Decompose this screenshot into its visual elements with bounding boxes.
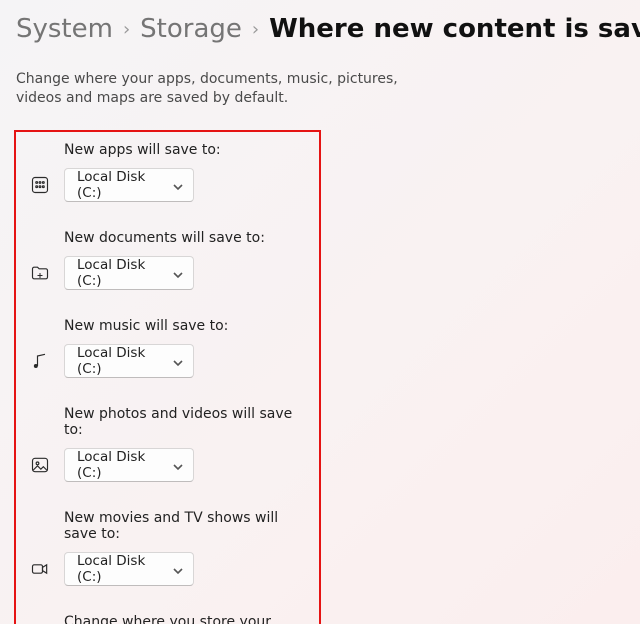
breadcrumb: System › Storage › Where new content is … [16, 14, 624, 44]
apps-icon [18, 168, 62, 202]
setting-label: New documents will save to: [64, 230, 309, 246]
dropdown-value: Local Disk (C:) [77, 257, 173, 289]
chevron-down-icon [173, 564, 183, 574]
setting-music: New music will save to: Local Disk (C:) [18, 318, 309, 378]
setting-label: Change where you store your offline maps [64, 614, 309, 624]
setting-label: New apps will save to: [64, 142, 309, 158]
picture-icon [18, 448, 62, 482]
chevron-down-icon [173, 268, 183, 278]
apps-location-dropdown[interactable]: Local Disk (C:) [64, 168, 194, 202]
chevron-down-icon [173, 460, 183, 470]
chevron-right-icon: › [252, 19, 259, 40]
music-location-dropdown[interactable]: Local Disk (C:) [64, 344, 194, 378]
breadcrumb-storage[interactable]: Storage [140, 14, 242, 44]
breadcrumb-system[interactable]: System [16, 14, 113, 44]
music-note-icon [18, 344, 62, 378]
setting-label: New movies and TV shows will save to: [64, 510, 309, 542]
dropdown-value: Local Disk (C:) [77, 169, 173, 201]
photos-location-dropdown[interactable]: Local Disk (C:) [64, 448, 194, 482]
dropdown-value: Local Disk (C:) [77, 553, 173, 585]
setting-documents: New documents will save to: Local Disk (… [18, 230, 309, 290]
page-subtitle: Change where your apps, documents, music… [16, 70, 436, 108]
page-title: Where new content is saved [269, 14, 640, 44]
chevron-right-icon: › [123, 19, 130, 40]
video-icon [18, 552, 62, 586]
documents-location-dropdown[interactable]: Local Disk (C:) [64, 256, 194, 290]
dropdown-value: Local Disk (C:) [77, 345, 173, 377]
setting-photos: New photos and videos will save to: Loca… [18, 406, 309, 482]
setting-apps: New apps will save to: Local Disk (C:) [18, 142, 309, 202]
setting-label: New photos and videos will save to: [64, 406, 309, 438]
dropdown-value: Local Disk (C:) [77, 449, 173, 481]
chevron-down-icon [173, 180, 183, 190]
movies-location-dropdown[interactable]: Local Disk (C:) [64, 552, 194, 586]
setting-label: New music will save to: [64, 318, 309, 334]
setting-maps: Change where you store your offline maps… [18, 614, 309, 624]
settings-highlight: New apps will save to: Local Disk (C:) N… [14, 130, 321, 624]
chevron-down-icon [173, 356, 183, 366]
folder-icon [18, 256, 62, 290]
setting-movies: New movies and TV shows will save to: Lo… [18, 510, 309, 586]
